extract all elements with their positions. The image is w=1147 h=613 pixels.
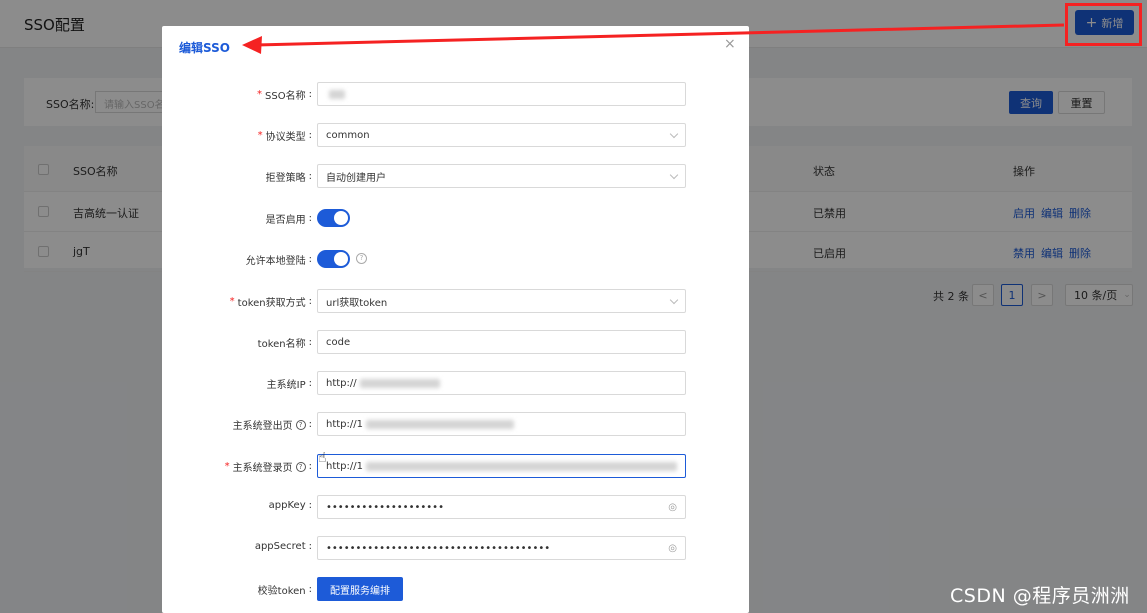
sso-name-input[interactable]	[317, 82, 686, 106]
appkey-input[interactable]: •••••••••••••••••••• ◎	[317, 495, 686, 519]
appsecret-label: appSecret:	[254, 541, 312, 552]
eye-hidden-icon[interactable]: ◎	[668, 543, 677, 554]
configure-orchestration-button[interactable]: 配置服务编排	[317, 577, 403, 601]
form-row-sso-name: * SSO名称:	[162, 82, 749, 106]
form-row-token-name: token名称: code	[162, 330, 749, 354]
token-method-select[interactable]: url获取token	[317, 289, 686, 313]
form-row-protocol: * 协议类型: common	[162, 123, 749, 147]
redacted-value	[329, 89, 345, 99]
form-row-local-login: 允许本地登陆: ?	[162, 247, 749, 271]
redacted-value	[366, 461, 677, 471]
enabled-toggle[interactable]	[317, 209, 350, 227]
redacted-value	[359, 378, 440, 388]
main-ip-label: 主系统IP:	[266, 378, 312, 391]
edit-sso-modal: 编辑SSO × * SSO名称: * 协议类型: common 拒登策略: 自动创建…	[162, 26, 749, 613]
main-ip-input[interactable]: http://	[317, 371, 686, 395]
form-row-deny-policy: 拒登策略: 自动创建用户	[162, 164, 749, 188]
mouse-cursor-icon: ☝	[318, 450, 327, 466]
chevron-down-icon	[669, 129, 679, 139]
token-name-label: token名称:	[257, 337, 312, 350]
form-row-login-page: * 主系统登录页?: http://1	[162, 454, 749, 478]
redacted-value	[366, 419, 514, 429]
eye-hidden-icon[interactable]: ◎	[668, 502, 677, 513]
local-login-label: 允许本地登陆:	[245, 254, 312, 267]
help-icon[interactable]: ?	[295, 461, 306, 472]
form-row-token-method: * token获取方式: url获取token	[162, 289, 749, 313]
form-row-logout-page: 主系统登出页?: http://1	[162, 412, 749, 436]
form-row-main-ip: 主系统IP: http://	[162, 371, 749, 395]
deny-policy-select[interactable]: 自动创建用户	[317, 164, 686, 188]
chevron-down-icon	[669, 295, 679, 305]
logout-page-input[interactable]: http://1	[317, 412, 686, 436]
appsecret-input[interactable]: •••••••••••••••••••••••••••••••••••••• ◎	[317, 536, 686, 560]
protocol-select[interactable]: common	[317, 123, 686, 147]
login-page-label: * 主系统登录页?:	[224, 461, 312, 474]
local-login-toggle[interactable]	[317, 250, 350, 268]
help-icon[interactable]: ?	[295, 419, 306, 430]
token-name-input[interactable]: code	[317, 330, 686, 354]
verify-token-label: 校验token:	[257, 584, 312, 597]
form-row-appsecret: appSecret: •••••••••••••••••••••••••••••…	[162, 536, 749, 560]
logout-page-label: 主系统登出页?:	[232, 419, 312, 432]
highlight-box	[1065, 3, 1142, 46]
close-icon[interactable]: ×	[724, 36, 736, 52]
help-icon[interactable]: ?	[356, 253, 367, 264]
enabled-label: 是否启用:	[265, 213, 312, 226]
modal-title: 编辑SSO	[179, 41, 230, 55]
sso-name-label: * SSO名称:	[257, 89, 312, 102]
deny-policy-label: 拒登策略:	[265, 171, 312, 184]
watermark: CSDN @程序员洲洲	[950, 585, 1130, 607]
protocol-label: * 协议类型:	[257, 130, 312, 143]
login-page-input[interactable]: http://1	[317, 454, 686, 478]
token-method-label: * token获取方式:	[229, 296, 312, 309]
form-row-appkey: appKey: •••••••••••••••••••• ◎	[162, 495, 749, 519]
appkey-label: appKey:	[268, 500, 312, 511]
form-row-enabled: 是否启用:	[162, 206, 749, 230]
chevron-down-icon	[669, 170, 679, 180]
form-row-verify-token: 校验token: 配置服务编排	[162, 577, 749, 601]
